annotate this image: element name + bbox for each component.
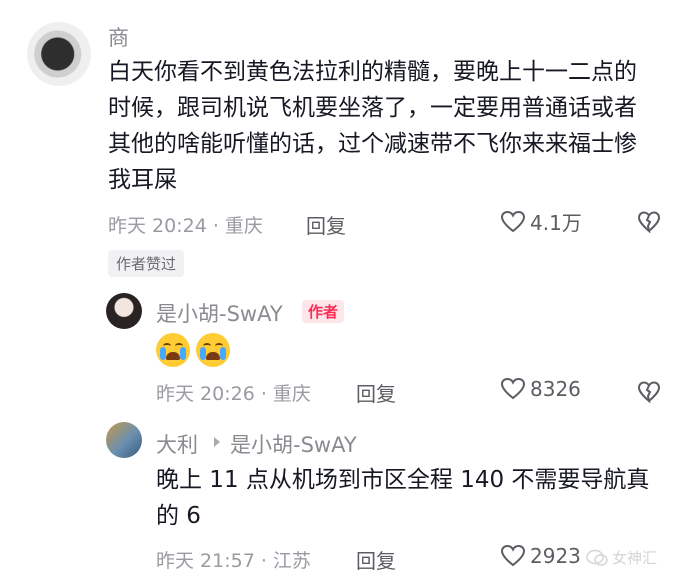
broken-heart-icon[interactable] <box>637 381 661 403</box>
author-liked-tag: 作者赞过 <box>108 250 185 277</box>
like-button[interactable]: 4.1万 <box>500 207 582 236</box>
comment-username[interactable]: 商 <box>108 22 129 52</box>
comment-time-location: 昨天 20:26 · 重庆 <box>156 383 311 405</box>
avatar[interactable] <box>106 293 142 329</box>
comment-text-content: 晚上 11 点从机场到市区全程 140 不需要导航真的 6 <box>156 467 650 529</box>
like-count: 2923 <box>530 544 581 568</box>
heart-outline-icon <box>500 544 526 567</box>
reply-button[interactable]: 回复 <box>356 378 396 407</box>
like-count: 4.1万 <box>530 211 582 235</box>
reply-arrow-icon <box>214 437 220 447</box>
comment-text: 晚上 11 点从机场到市区全程 140 不需要导航真的 6 <box>156 462 661 534</box>
crying-emoji <box>196 333 230 367</box>
reply-to-username[interactable]: 是小胡-SwAY <box>230 429 357 459</box>
like-button[interactable]: 8326 <box>500 377 581 401</box>
reply-button[interactable]: 回复 <box>356 545 396 574</box>
heart-outline-icon <box>500 210 526 232</box>
avatar[interactable] <box>27 22 91 86</box>
comment-emoji-content: 😭😭 <box>156 333 243 371</box>
heart-outline-icon <box>500 377 526 400</box>
comment-text-content: 白天你看不到黄色法拉利的精髓，要晚上十一二点的时候，跟司机说飞机要坐落了，一定要… <box>108 59 637 193</box>
watermark: 女神汇 <box>586 547 657 568</box>
comment-time-location: 昨天 20:24 · 重庆 <box>108 215 263 237</box>
comment-username[interactable]: 大利 <box>156 429 198 459</box>
avatar[interactable] <box>106 422 142 458</box>
author-badge: 作者 <box>302 300 345 323</box>
reply-button[interactable]: 回复 <box>306 210 346 239</box>
broken-heart-icon[interactable] <box>637 211 661 233</box>
comment-username[interactable]: 是小胡-SwAY <box>156 298 283 328</box>
crying-emoji <box>156 333 190 367</box>
comment-text: 白天你看不到黄色法拉利的精髓，要晚上十一二点的时候，跟司机说飞机要坐落了，一定要… <box>108 54 638 198</box>
like-button[interactable]: 2923 <box>500 544 581 568</box>
wechat-icon <box>586 549 608 566</box>
like-count: 8326 <box>530 377 581 401</box>
comment-time-location: 昨天 21:57 · 江苏 <box>156 550 311 572</box>
comment-text-content: 😭😭 <box>241 367 243 368</box>
watermark-text: 女神汇 <box>612 549 658 567</box>
